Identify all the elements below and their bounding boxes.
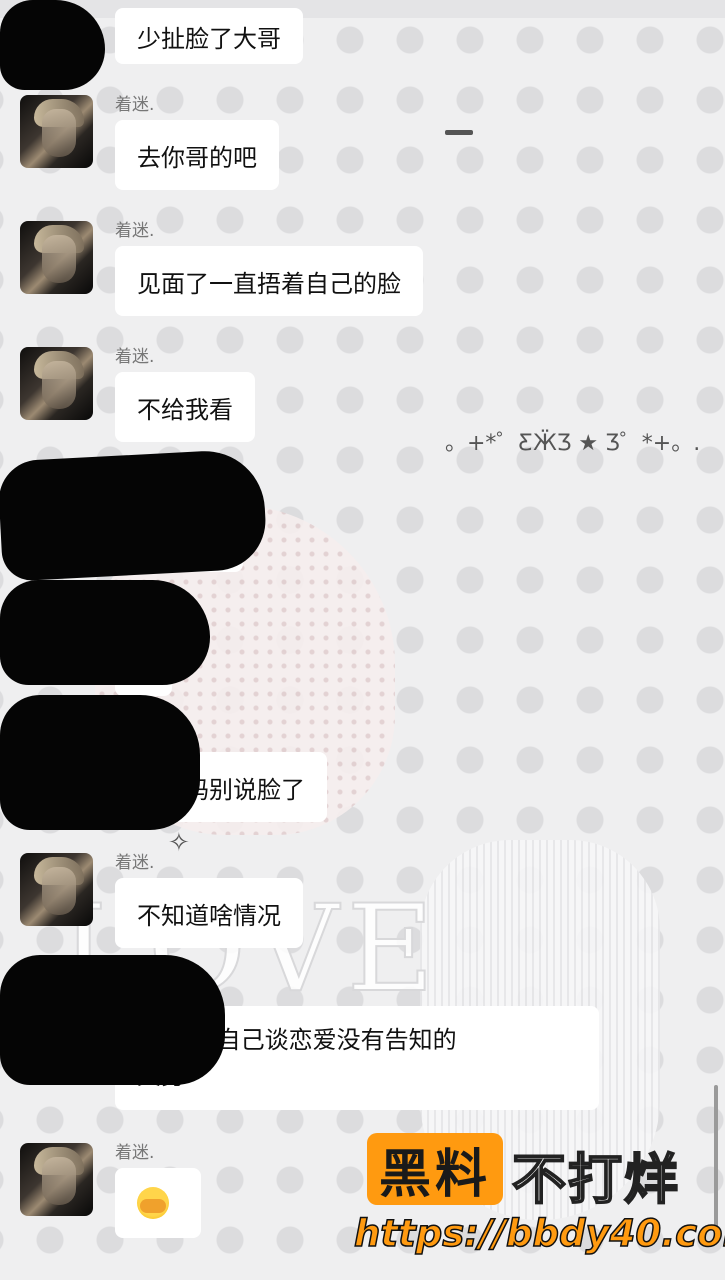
watermark-logo-box: 黑料 xyxy=(367,1133,503,1205)
sender-name: 着迷. xyxy=(115,347,155,367)
sender-name: 着迷. xyxy=(115,853,155,873)
message-bubble[interactable] xyxy=(115,1168,201,1238)
watermark-brand-text: 不打烊 xyxy=(511,1147,680,1212)
redaction-scribble xyxy=(0,695,200,830)
avatar[interactable] xyxy=(20,1143,93,1216)
avatar[interactable] xyxy=(20,221,93,294)
message-bubble[interactable]: 见面了一直捂着自己的脸 xyxy=(115,246,423,316)
kaomoji-decoration: 。+*゜ƸӜƷ ★ Ʒ゜*+。. xyxy=(445,431,701,456)
message-bubble[interactable]: 不给我看 xyxy=(115,372,255,442)
avatar[interactable] xyxy=(20,853,93,926)
avatar[interactable] xyxy=(20,95,93,168)
redaction-scribble xyxy=(0,448,268,582)
dash-decoration xyxy=(445,130,473,135)
sender-name: 着迷. xyxy=(115,221,155,241)
top-edge xyxy=(0,0,725,18)
message-bubble[interactable]: 少扯脸了大哥 xyxy=(115,8,303,64)
face-palm-icon xyxy=(137,1187,169,1219)
message-bubble[interactable]: 去你哥的吧 xyxy=(115,120,279,190)
watermark-url: https://bbdy40.com xyxy=(353,1211,725,1256)
sparkle-decoration: ✧ xyxy=(168,828,190,858)
message-bubble[interactable]: 不知道啥情况 xyxy=(115,878,303,948)
redaction-scribble xyxy=(0,580,210,685)
redaction-scribble xyxy=(0,0,105,90)
sender-name: 着迷. xyxy=(115,1143,155,1163)
avatar[interactable] xyxy=(20,347,93,420)
sender-name: 着迷. xyxy=(115,95,155,115)
redaction-scribble xyxy=(0,955,225,1085)
